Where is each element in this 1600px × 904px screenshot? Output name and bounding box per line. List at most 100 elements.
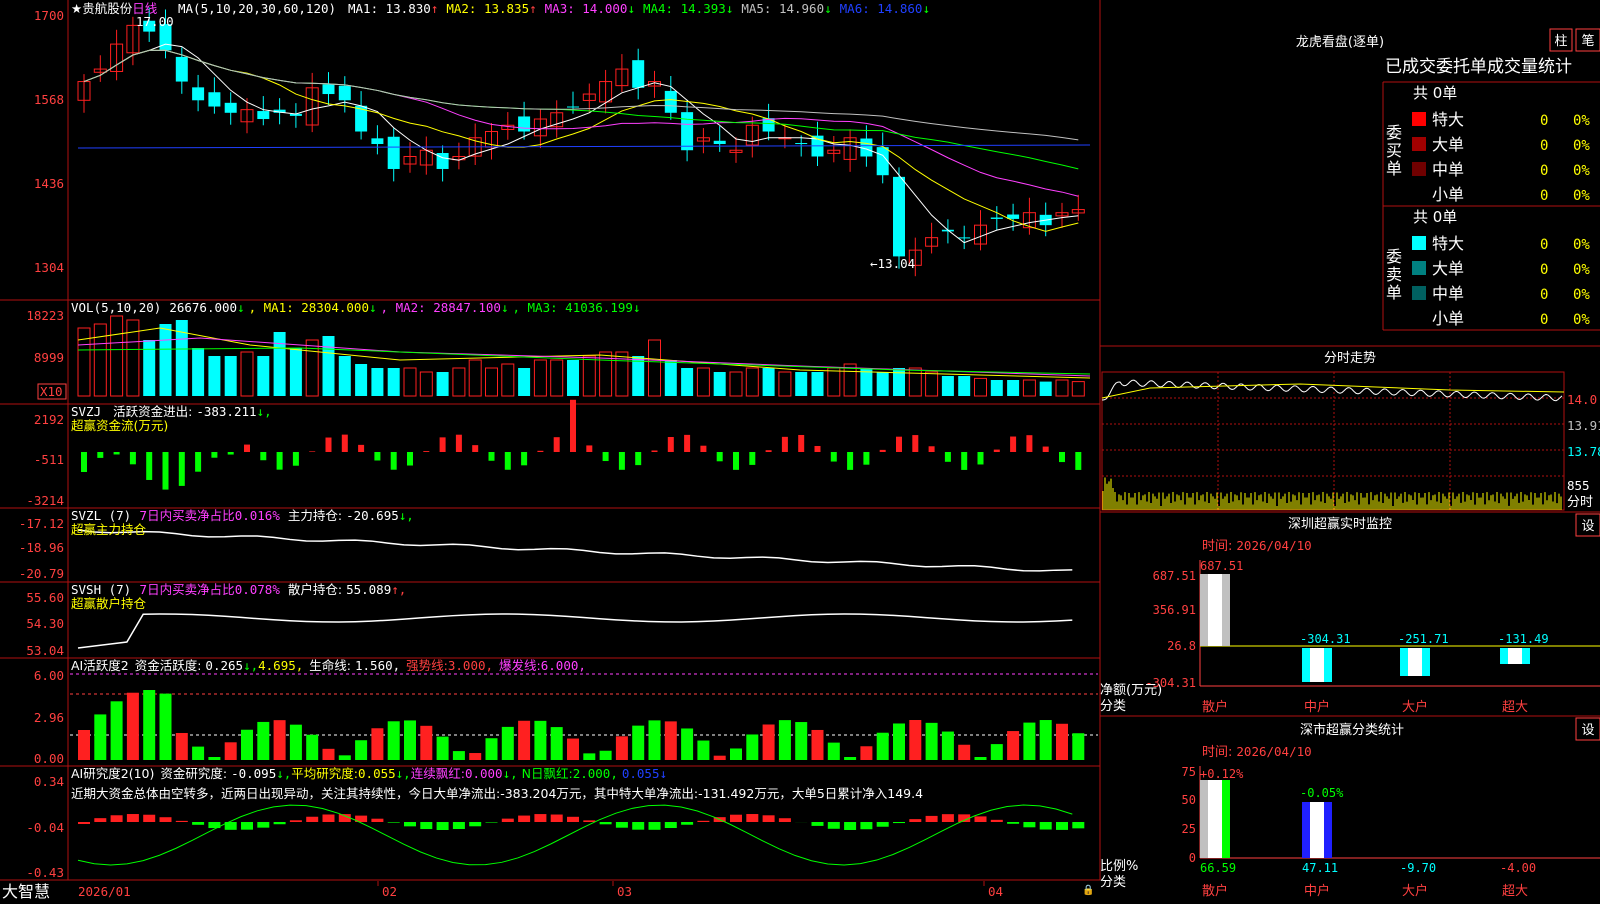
activity-bar: [143, 690, 155, 760]
svg-text:13.91: 13.91: [1567, 418, 1600, 433]
svg-text:时间:2026/04/10: 时间:2026/04/10: [1202, 744, 1312, 760]
research-bar: [176, 821, 188, 822]
monitor-bar-label: -304.31: [1300, 632, 1351, 646]
svzl-chart[interactable]: [78, 530, 1072, 571]
svg-text:2026/01: 2026/01: [78, 884, 131, 899]
flow-bar: [782, 437, 788, 452]
svg-text:时间:2026/04/10: 时间:2026/04/10: [1202, 538, 1312, 554]
flow-bar: [440, 437, 446, 452]
flow-bar: [863, 452, 869, 465]
buy-row-name: 大单: [1432, 135, 1464, 154]
flow-bar: [896, 437, 902, 452]
flow-bar: [1059, 452, 1065, 462]
monitor-bar-highlight: [1408, 648, 1422, 676]
activity-bar: [78, 730, 90, 760]
intraday-chart[interactable]: [1102, 372, 1564, 510]
research-bar: [763, 815, 775, 822]
ai-activity-chart[interactable]: [70, 674, 1098, 760]
research-bar: [779, 818, 791, 822]
flow-bar: [652, 450, 658, 452]
monitor-bar-label: -131.49: [1498, 632, 1549, 646]
volume-bar: [681, 368, 693, 396]
volume-bar: [371, 368, 383, 396]
flow-bar: [570, 400, 576, 452]
buy-total: 共 0单: [1413, 84, 1457, 102]
svg-text:1436: 1436: [34, 176, 64, 191]
svg-text:14.0: 14.0: [1567, 392, 1597, 407]
ai-research-chart[interactable]: [78, 805, 1084, 865]
sell-row-name: 大单: [1432, 259, 1464, 278]
activity-bar: [991, 744, 1003, 760]
candle-down: [958, 237, 970, 238]
ma-3-value: MA3: 14.000: [545, 1, 628, 16]
volume-bar: [274, 332, 286, 396]
svg-text:6.00: 6.00: [34, 668, 64, 683]
candle-down: [225, 103, 237, 113]
research-bar: [502, 819, 514, 822]
volume-bar: [437, 372, 449, 396]
activity-bar: [1007, 731, 1019, 760]
activity-bar: [958, 745, 970, 760]
candle-down: [192, 87, 204, 100]
volume-bar: [991, 380, 1003, 396]
ma-line: [84, 50, 1078, 231]
volume-bar: [730, 372, 742, 396]
volume-chart[interactable]: [78, 316, 1090, 396]
activity-bar: [714, 756, 726, 760]
flow-bar: [815, 446, 821, 452]
classify-top-label: -0.05%: [1300, 786, 1344, 800]
sell-row-name: 中单: [1432, 284, 1464, 303]
retail-holding-line: [78, 614, 1072, 648]
research-bar: [469, 822, 481, 826]
vol-unit: X10: [40, 384, 63, 399]
research-bar: [600, 822, 612, 824]
vol-ma-1: , MA1: 28304.000: [249, 300, 369, 315]
analysis-note: 近期大资金总体由空转多，近两日出现异动，关注其持续性，今日大单净流出:-383.…: [71, 786, 923, 801]
flow-bar: [1043, 447, 1049, 452]
candle-down: [176, 57, 188, 82]
svg-text:2.96: 2.96: [34, 710, 64, 725]
monitor-chart[interactable]: 687.51356.9126.8-304.31687.51散户-304.31中户…: [1145, 559, 1600, 715]
volume-bar: [779, 372, 791, 396]
chart-canvas[interactable]: 687.51356.9126.8-304.31687.51散户-304.31中户…: [0, 0, 1600, 900]
activity-bar: [1056, 724, 1068, 760]
candle-down: [257, 111, 269, 119]
research-bar: [290, 820, 302, 822]
activity-bar: [665, 721, 677, 760]
activity-bar: [763, 724, 775, 760]
activity-bar: [926, 723, 938, 760]
monitor-ytick: 356.91: [1153, 603, 1196, 617]
ma-5-arrow: ↓: [824, 1, 832, 16]
research-bar: [942, 814, 954, 822]
svg-text:-0.04: -0.04: [26, 820, 64, 835]
buy-row-pct: 0%: [1573, 113, 1590, 129]
research-bar: [567, 817, 579, 822]
sell-legend-swatch: [1412, 311, 1426, 325]
research-bar: [371, 819, 383, 822]
volume-bar: [257, 356, 269, 396]
monitor-category: 散户: [1202, 699, 1228, 715]
svsh-chart[interactable]: [78, 614, 1072, 648]
research-bar: [812, 822, 824, 826]
flow-bar: [81, 452, 87, 472]
buy-row-pct: 0%: [1573, 188, 1590, 204]
activity-bar: [860, 746, 872, 760]
svg-text:02: 02: [382, 884, 397, 899]
buy-row-pct: 0%: [1573, 163, 1590, 179]
research-bar: [746, 814, 758, 822]
flow-bar: [521, 452, 527, 465]
research-bar: [323, 814, 335, 822]
research-bar: [909, 819, 921, 822]
activity-bar: [469, 753, 481, 760]
volume-bar: [192, 348, 204, 396]
activity-bar: [730, 748, 742, 760]
flow-bar: [684, 435, 690, 452]
vol-ma-3: , MA3: 41036.199: [512, 300, 632, 315]
volume-bar: [567, 360, 579, 396]
activity-bar: [844, 757, 856, 760]
classify-chart[interactable]: 7550250+0.12%-0.05%66.59散户47.11中户-9.70大户…: [1182, 765, 1600, 899]
activity-bar: [975, 757, 987, 760]
candlestick-chart[interactable]: [78, 8, 1090, 277]
flow-bar: [163, 452, 169, 490]
activity-bar: [828, 743, 840, 760]
